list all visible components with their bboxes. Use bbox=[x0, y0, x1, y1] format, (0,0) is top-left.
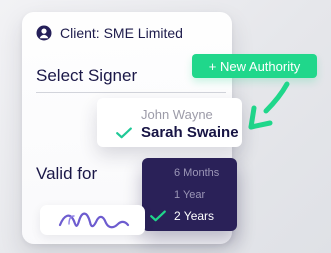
signer-option[interactable]: John Wayne bbox=[141, 107, 213, 122]
validity-option[interactable]: 6 Months bbox=[174, 167, 219, 179]
client-header: Client: SME Limited bbox=[36, 24, 183, 42]
user-circle-icon bbox=[36, 25, 52, 41]
signer-dropdown[interactable]: John Wayne Sarah Swaine bbox=[97, 98, 242, 147]
signature-field[interactable] bbox=[40, 205, 145, 235]
select-signer-label: Select Signer bbox=[36, 66, 138, 85]
new-authority-button[interactable]: + New Authority bbox=[192, 54, 317, 78]
client-name: Client: SME Limited bbox=[60, 25, 183, 41]
validity-option-selected[interactable]: 2 Years bbox=[174, 209, 214, 223]
signer-option-selected[interactable]: Sarah Swaine bbox=[141, 124, 239, 141]
validity-option[interactable]: 1 Year bbox=[174, 189, 205, 201]
section-divider bbox=[36, 92, 226, 93]
signer-authority-screen: Client: SME Limited Select Signer + New … bbox=[0, 0, 331, 253]
signature-icon bbox=[58, 212, 130, 229]
check-icon bbox=[116, 127, 132, 139]
check-icon bbox=[150, 210, 166, 222]
valid-for-label: Valid for bbox=[36, 164, 98, 183]
validity-dropdown[interactable]: 6 Months 1 Year 2 Years bbox=[142, 158, 237, 231]
arrow-icon bbox=[248, 81, 290, 130]
